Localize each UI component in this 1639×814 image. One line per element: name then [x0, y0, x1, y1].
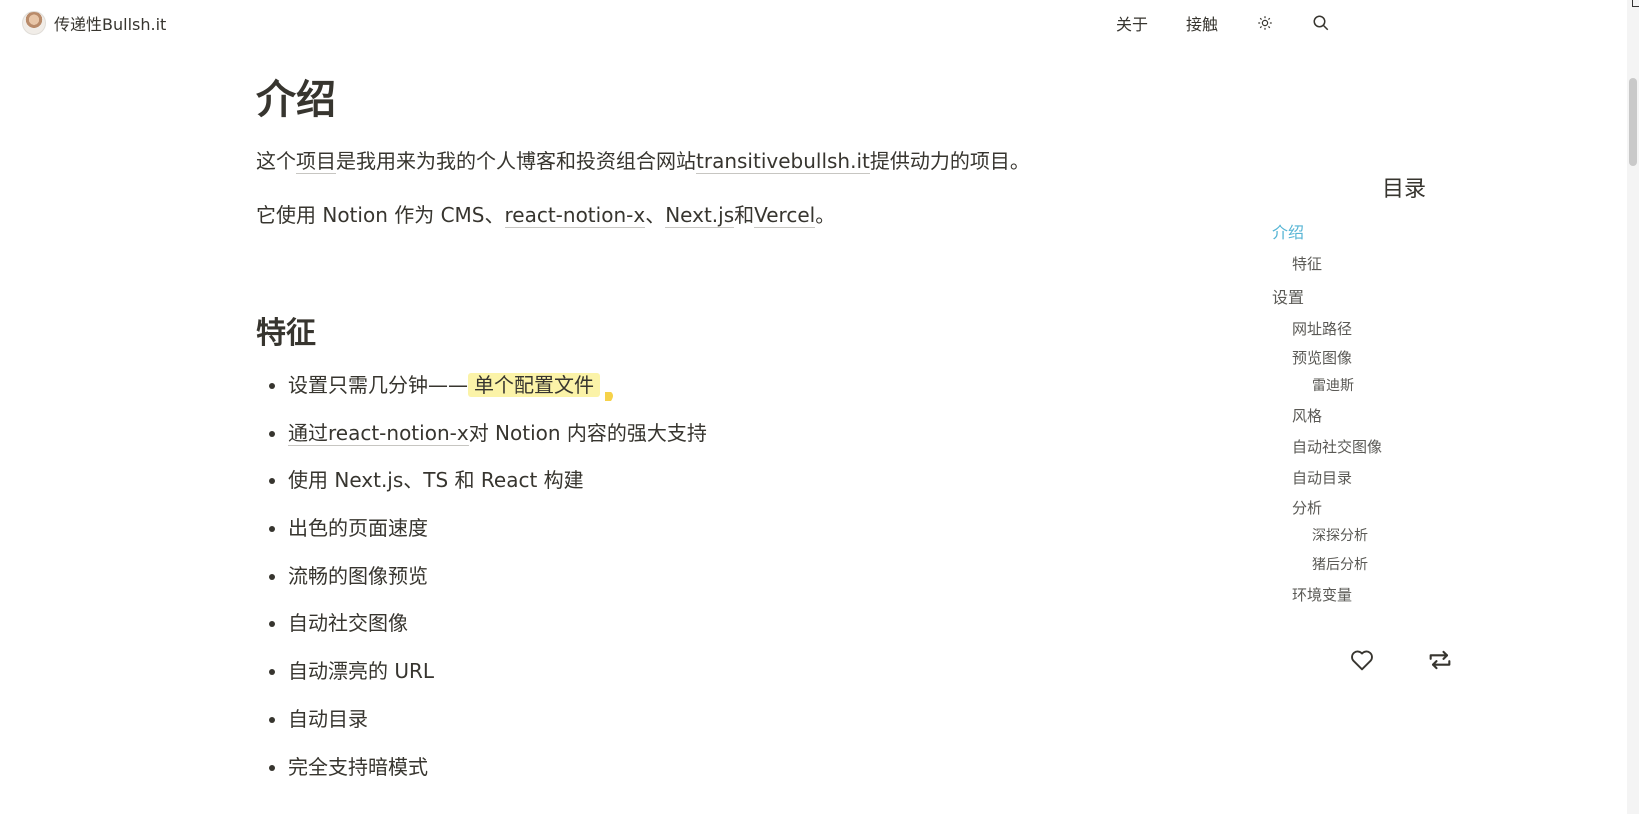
site-brand-link[interactable]: 传递性Bullsh.it — [22, 11, 166, 35]
stack-paragraph: 它使用 Notion 作为 CMS、react-notion-x、Next.js… — [256, 198, 1156, 232]
stack-text-3: 和 — [734, 203, 755, 227]
site-title: 传递性Bullsh.it — [54, 15, 167, 34]
article-content: 介绍 这个项目是我用来为我的个人博客和投资组合网站transitivebulls… — [256, 70, 1156, 797]
intro-paragraph: 这个项目是我用来为我的个人博客和投资组合网站transitivebullsh.i… — [256, 144, 1156, 178]
toc-item-url-paths[interactable]: 网址路径 — [1272, 318, 1492, 340]
header-nav: 关于 接触 — [1078, 11, 1330, 35]
feature-text: 设置只需几分钟—— — [288, 373, 468, 397]
intro-text-2: 是我用来为我的个人博客和投资组合网站 — [336, 149, 696, 173]
stack-text-2: 、 — [645, 203, 666, 227]
list-item: 完全支持暗模式 — [288, 750, 1156, 784]
intro-text-1: 这个 — [256, 149, 296, 173]
repeat-icon[interactable] — [1426, 646, 1454, 674]
page-scrollbar[interactable] — [1627, 0, 1639, 814]
scrollbar-corner — [1632, 0, 1639, 7]
pin-icon — [602, 380, 616, 401]
project-link[interactable]: 项目 — [296, 149, 336, 174]
react-notion-x-feature-link[interactable]: 通过react-notion-x — [288, 420, 469, 446]
page-title: 介绍 — [256, 77, 336, 123]
highlight-config-file: 单个配置文件 — [468, 373, 600, 397]
toc-item-analytics[interactable]: 分析 — [1272, 497, 1492, 519]
toc-item-features[interactable]: 特征 — [1272, 253, 1492, 275]
toc-item-styles[interactable]: 风格 — [1272, 405, 1492, 427]
list-item: 通过react-notion-x对 Notion 内容的强大支持 — [288, 416, 1156, 450]
list-item: 自动目录 — [288, 702, 1156, 736]
toc-item-env-vars[interactable]: 环境变量 — [1272, 584, 1492, 606]
list-item: 出色的页面速度 — [288, 511, 1156, 545]
stack-text-1: 它使用 Notion 作为 CMS、 — [256, 203, 505, 227]
table-of-contents: 目录 介绍 特征 设置 网址路径 预览图像 雷迪斯 风格 自动社交图像 自动目录… — [1272, 172, 1492, 606]
site-link[interactable]: transitivebullsh.it — [696, 149, 870, 174]
toc-item-deep-analytics[interactable]: 深探分析 — [1272, 525, 1492, 547]
list-item: 流畅的图像预览 — [288, 559, 1156, 593]
page-actions — [1348, 646, 1454, 674]
stack-text-4: 。 — [815, 203, 836, 227]
avatar — [22, 11, 46, 35]
scrollbar-thumb[interactable] — [1629, 78, 1637, 166]
features-heading: 特征 — [256, 316, 316, 351]
nav-link-about[interactable]: 关于 — [1116, 11, 1148, 35]
vercel-link[interactable]: Vercel — [754, 203, 816, 228]
toc-item-social-images[interactable]: 自动社交图像 — [1272, 436, 1492, 458]
heart-icon[interactable] — [1348, 646, 1376, 674]
toc-item-intro[interactable]: 介绍 — [1272, 222, 1492, 244]
nextjs-link[interactable]: Next.js — [665, 203, 735, 228]
toc-item-preview-images[interactable]: 预览图像 — [1272, 347, 1492, 369]
features-list: 设置只需几分钟——单个配置文件 通过react-notion-x对 Notion… — [256, 368, 1156, 784]
list-item: 使用 Next.js、TS 和 React 构建 — [288, 463, 1156, 497]
feature-text: 对 Notion 内容的强大支持 — [468, 420, 707, 445]
page: 传递性Bullsh.it 关于 接触 介绍 这个项目是我用来为我的个人博客和投资… — [0, 0, 1639, 814]
intro-text-3: 提供动力的项目。 — [869, 149, 1030, 173]
toc-item-posthog-analytics[interactable]: 猪后分析 — [1272, 554, 1492, 576]
list-item: 自动漂亮的 URL — [288, 654, 1156, 688]
top-header: 传递性Bullsh.it 关于 接触 — [0, 0, 1620, 46]
search-icon[interactable] — [1312, 14, 1330, 32]
sun-icon[interactable] — [1256, 14, 1274, 32]
toc-item-redis[interactable]: 雷迪斯 — [1272, 375, 1492, 397]
list-item: 自动社交图像 — [288, 606, 1156, 640]
toc-item-auto-toc[interactable]: 自动目录 — [1272, 467, 1492, 489]
react-notion-x-link[interactable]: react-notion-x — [504, 203, 646, 228]
toc-item-setup[interactable]: 设置 — [1272, 287, 1492, 309]
nav-link-contact[interactable]: 接触 — [1186, 11, 1218, 35]
toc-title: 目录 — [1381, 177, 1426, 202]
list-item: 设置只需几分钟——单个配置文件 — [288, 368, 1156, 402]
